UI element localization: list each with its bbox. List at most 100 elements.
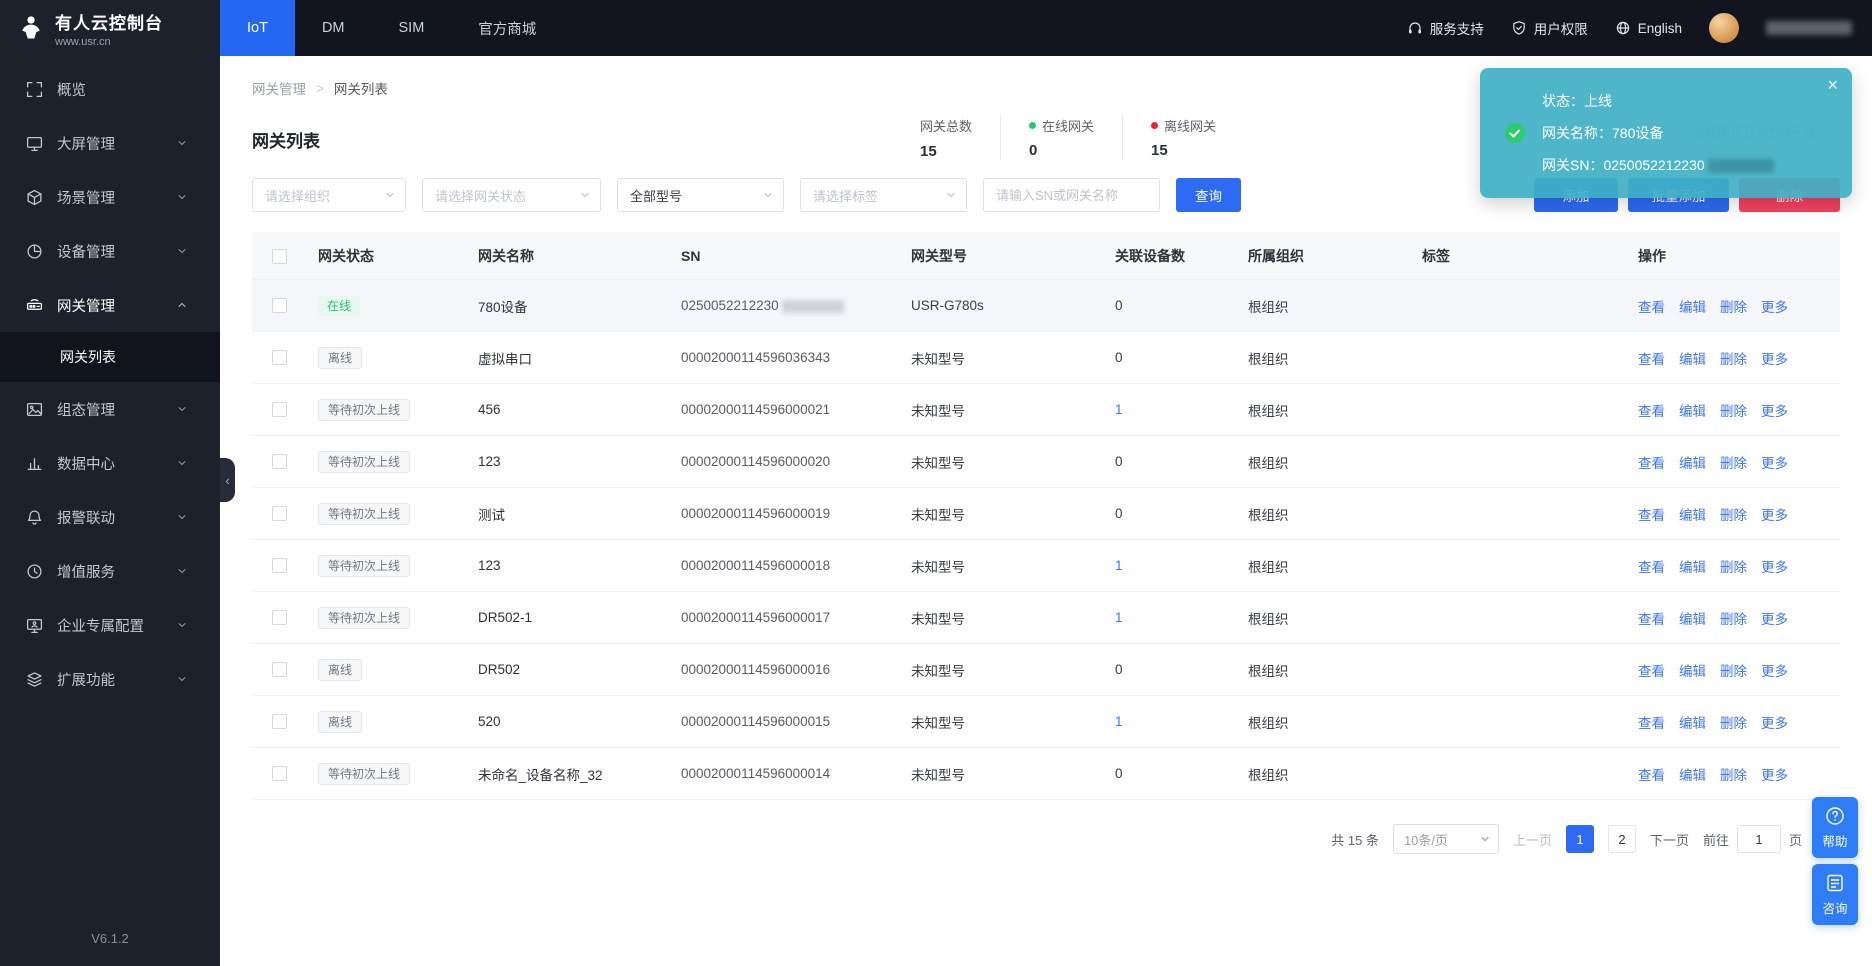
row-op-edit[interactable]: 编辑 (1679, 296, 1706, 316)
row-operations: 查看编辑删除更多 (1638, 556, 1840, 576)
row-op-delete[interactable]: 删除 (1720, 556, 1747, 576)
query-button[interactable]: 查询 (1176, 178, 1241, 212)
row-checkbox[interactable] (272, 402, 287, 417)
row-operations: 查看编辑删除更多 (1638, 348, 1840, 368)
topbar-link-support[interactable]: 服务支持 (1407, 18, 1484, 38)
sidebar-item-screen[interactable]: 大屏管理 (0, 116, 220, 170)
topbar-link-permission[interactable]: 用户权限 (1511, 18, 1588, 38)
row-op-delete[interactable]: 删除 (1720, 296, 1747, 316)
sidebar-item-scada[interactable]: 组态管理 (0, 382, 220, 436)
row-op-edit[interactable]: 编辑 (1679, 556, 1706, 576)
row-op-edit[interactable]: 编辑 (1679, 400, 1706, 420)
row-op-edit[interactable]: 编辑 (1679, 504, 1706, 524)
row-op-view[interactable]: 查看 (1638, 504, 1665, 524)
row-op-view[interactable]: 查看 (1638, 556, 1665, 576)
device-count[interactable]: 1 (1115, 402, 1248, 417)
row-op-view[interactable]: 查看 (1638, 608, 1665, 628)
row-checkbox[interactable] (272, 350, 287, 365)
device-count[interactable]: 1 (1115, 558, 1248, 573)
row-checkbox[interactable] (272, 714, 287, 729)
row-op-edit[interactable]: 编辑 (1679, 452, 1706, 472)
row-op-more[interactable]: 更多 (1761, 452, 1788, 472)
row-op-view[interactable]: 查看 (1638, 764, 1665, 784)
brand-logo[interactable]: 有人云控制台 www.usr.cn (0, 0, 220, 56)
row-op-more[interactable]: 更多 (1761, 660, 1788, 680)
row-op-edit[interactable]: 编辑 (1679, 712, 1706, 732)
row-op-more[interactable]: 更多 (1761, 608, 1788, 628)
row-op-view[interactable]: 查看 (1638, 660, 1665, 680)
org-select[interactable]: 请选择组织 (252, 178, 406, 212)
row-op-edit[interactable]: 编辑 (1679, 608, 1706, 628)
row-op-more[interactable]: 更多 (1761, 764, 1788, 784)
chevron-down-icon (176, 403, 188, 415)
sidebar-item-device[interactable]: 设备管理 (0, 224, 220, 278)
row-op-edit[interactable]: 编辑 (1679, 764, 1706, 784)
row-checkbox[interactable] (272, 506, 287, 521)
sidebar-item-enterprise[interactable]: 企业专属配置 (0, 598, 220, 652)
status-select[interactable]: 请选择网关状态 (422, 178, 601, 212)
sidebar-item-extension[interactable]: 扩展功能 (0, 652, 220, 706)
topnav-tab-dm[interactable]: DM (295, 0, 372, 56)
sidebar-item-value[interactable]: 增值服务 (0, 544, 220, 598)
topnav-tab-mall[interactable]: 官方商城 (451, 0, 563, 56)
row-checkbox[interactable] (272, 766, 287, 781)
device-count[interactable]: 1 (1115, 610, 1248, 625)
sidebar-item-gateway[interactable]: 网关管理 (0, 278, 220, 332)
row-op-more[interactable]: 更多 (1761, 400, 1788, 420)
row-op-view[interactable]: 查看 (1638, 712, 1665, 732)
prev-page-button[interactable]: 上一页 (1513, 830, 1552, 849)
row-checkbox[interactable] (272, 662, 287, 677)
table-row: 等待初次上线12300002000114596000020未知型号0根组织查看编… (252, 436, 1840, 488)
row-op-more[interactable]: 更多 (1761, 556, 1788, 576)
row-checkbox[interactable] (272, 558, 287, 573)
row-op-view[interactable]: 查看 (1638, 348, 1665, 368)
sidebar-item-alarm[interactable]: 报警联动 (0, 490, 220, 544)
tag-select[interactable]: 请选择标签 (800, 178, 967, 212)
sidebar-item-scene[interactable]: 场景管理 (0, 170, 220, 224)
row-op-more[interactable]: 更多 (1761, 348, 1788, 368)
row-checkbox[interactable] (272, 454, 287, 469)
model-select[interactable]: 全部型号 (617, 178, 784, 212)
breadcrumb-item[interactable]: 网关管理 (252, 78, 306, 98)
help-float-button[interactable]: 帮助 (1812, 797, 1858, 858)
goto-page-input[interactable] (1737, 825, 1781, 853)
chat-float-button[interactable]: 咨询 (1812, 864, 1858, 925)
search-input[interactable] (983, 178, 1160, 212)
row-op-delete[interactable]: 删除 (1720, 400, 1747, 420)
row-op-view[interactable]: 查看 (1638, 452, 1665, 472)
row-op-more[interactable]: 更多 (1761, 712, 1788, 732)
row-op-delete[interactable]: 删除 (1720, 660, 1747, 680)
gateway-name: 520 (478, 714, 681, 729)
row-op-edit[interactable]: 编辑 (1679, 660, 1706, 680)
select-all-checkbox[interactable] (272, 249, 287, 264)
page-size-select[interactable]: 10条/页 (1393, 824, 1499, 854)
sidebar-collapse-handle[interactable] (220, 458, 235, 502)
sidebar-item-data[interactable]: 数据中心 (0, 436, 220, 490)
row-op-delete[interactable]: 删除 (1720, 452, 1747, 472)
close-icon[interactable] (1827, 76, 1838, 94)
row-op-view[interactable]: 查看 (1638, 400, 1665, 420)
row-op-delete[interactable]: 删除 (1720, 348, 1747, 368)
gateway-sn: 00002000114596000018 (681, 558, 911, 573)
topbar-link-language[interactable]: English (1615, 20, 1682, 36)
sidebar-subitem-gateway-list[interactable]: 网关列表 (0, 332, 220, 382)
sidebar-item-overview[interactable]: 概览 (0, 62, 220, 116)
row-op-delete[interactable]: 删除 (1720, 504, 1747, 524)
row-op-delete[interactable]: 删除 (1720, 608, 1747, 628)
page-button-2[interactable]: 2 (1608, 825, 1636, 853)
breadcrumb-item[interactable]: 网关列表 (334, 78, 388, 98)
row-op-view[interactable]: 查看 (1638, 296, 1665, 316)
page-button-1[interactable]: 1 (1566, 825, 1594, 853)
row-op-delete[interactable]: 删除 (1720, 764, 1747, 784)
row-checkbox[interactable] (272, 298, 287, 313)
row-op-delete[interactable]: 删除 (1720, 712, 1747, 732)
row-checkbox[interactable] (272, 610, 287, 625)
row-op-more[interactable]: 更多 (1761, 504, 1788, 524)
avatar[interactable] (1709, 13, 1739, 43)
row-op-edit[interactable]: 编辑 (1679, 348, 1706, 368)
device-count[interactable]: 1 (1115, 714, 1248, 729)
topnav-tab-sim[interactable]: SIM (372, 0, 452, 56)
topnav-tab-iot[interactable]: IoT (220, 0, 295, 56)
row-op-more[interactable]: 更多 (1761, 296, 1788, 316)
next-page-button[interactable]: 下一页 (1650, 830, 1689, 849)
